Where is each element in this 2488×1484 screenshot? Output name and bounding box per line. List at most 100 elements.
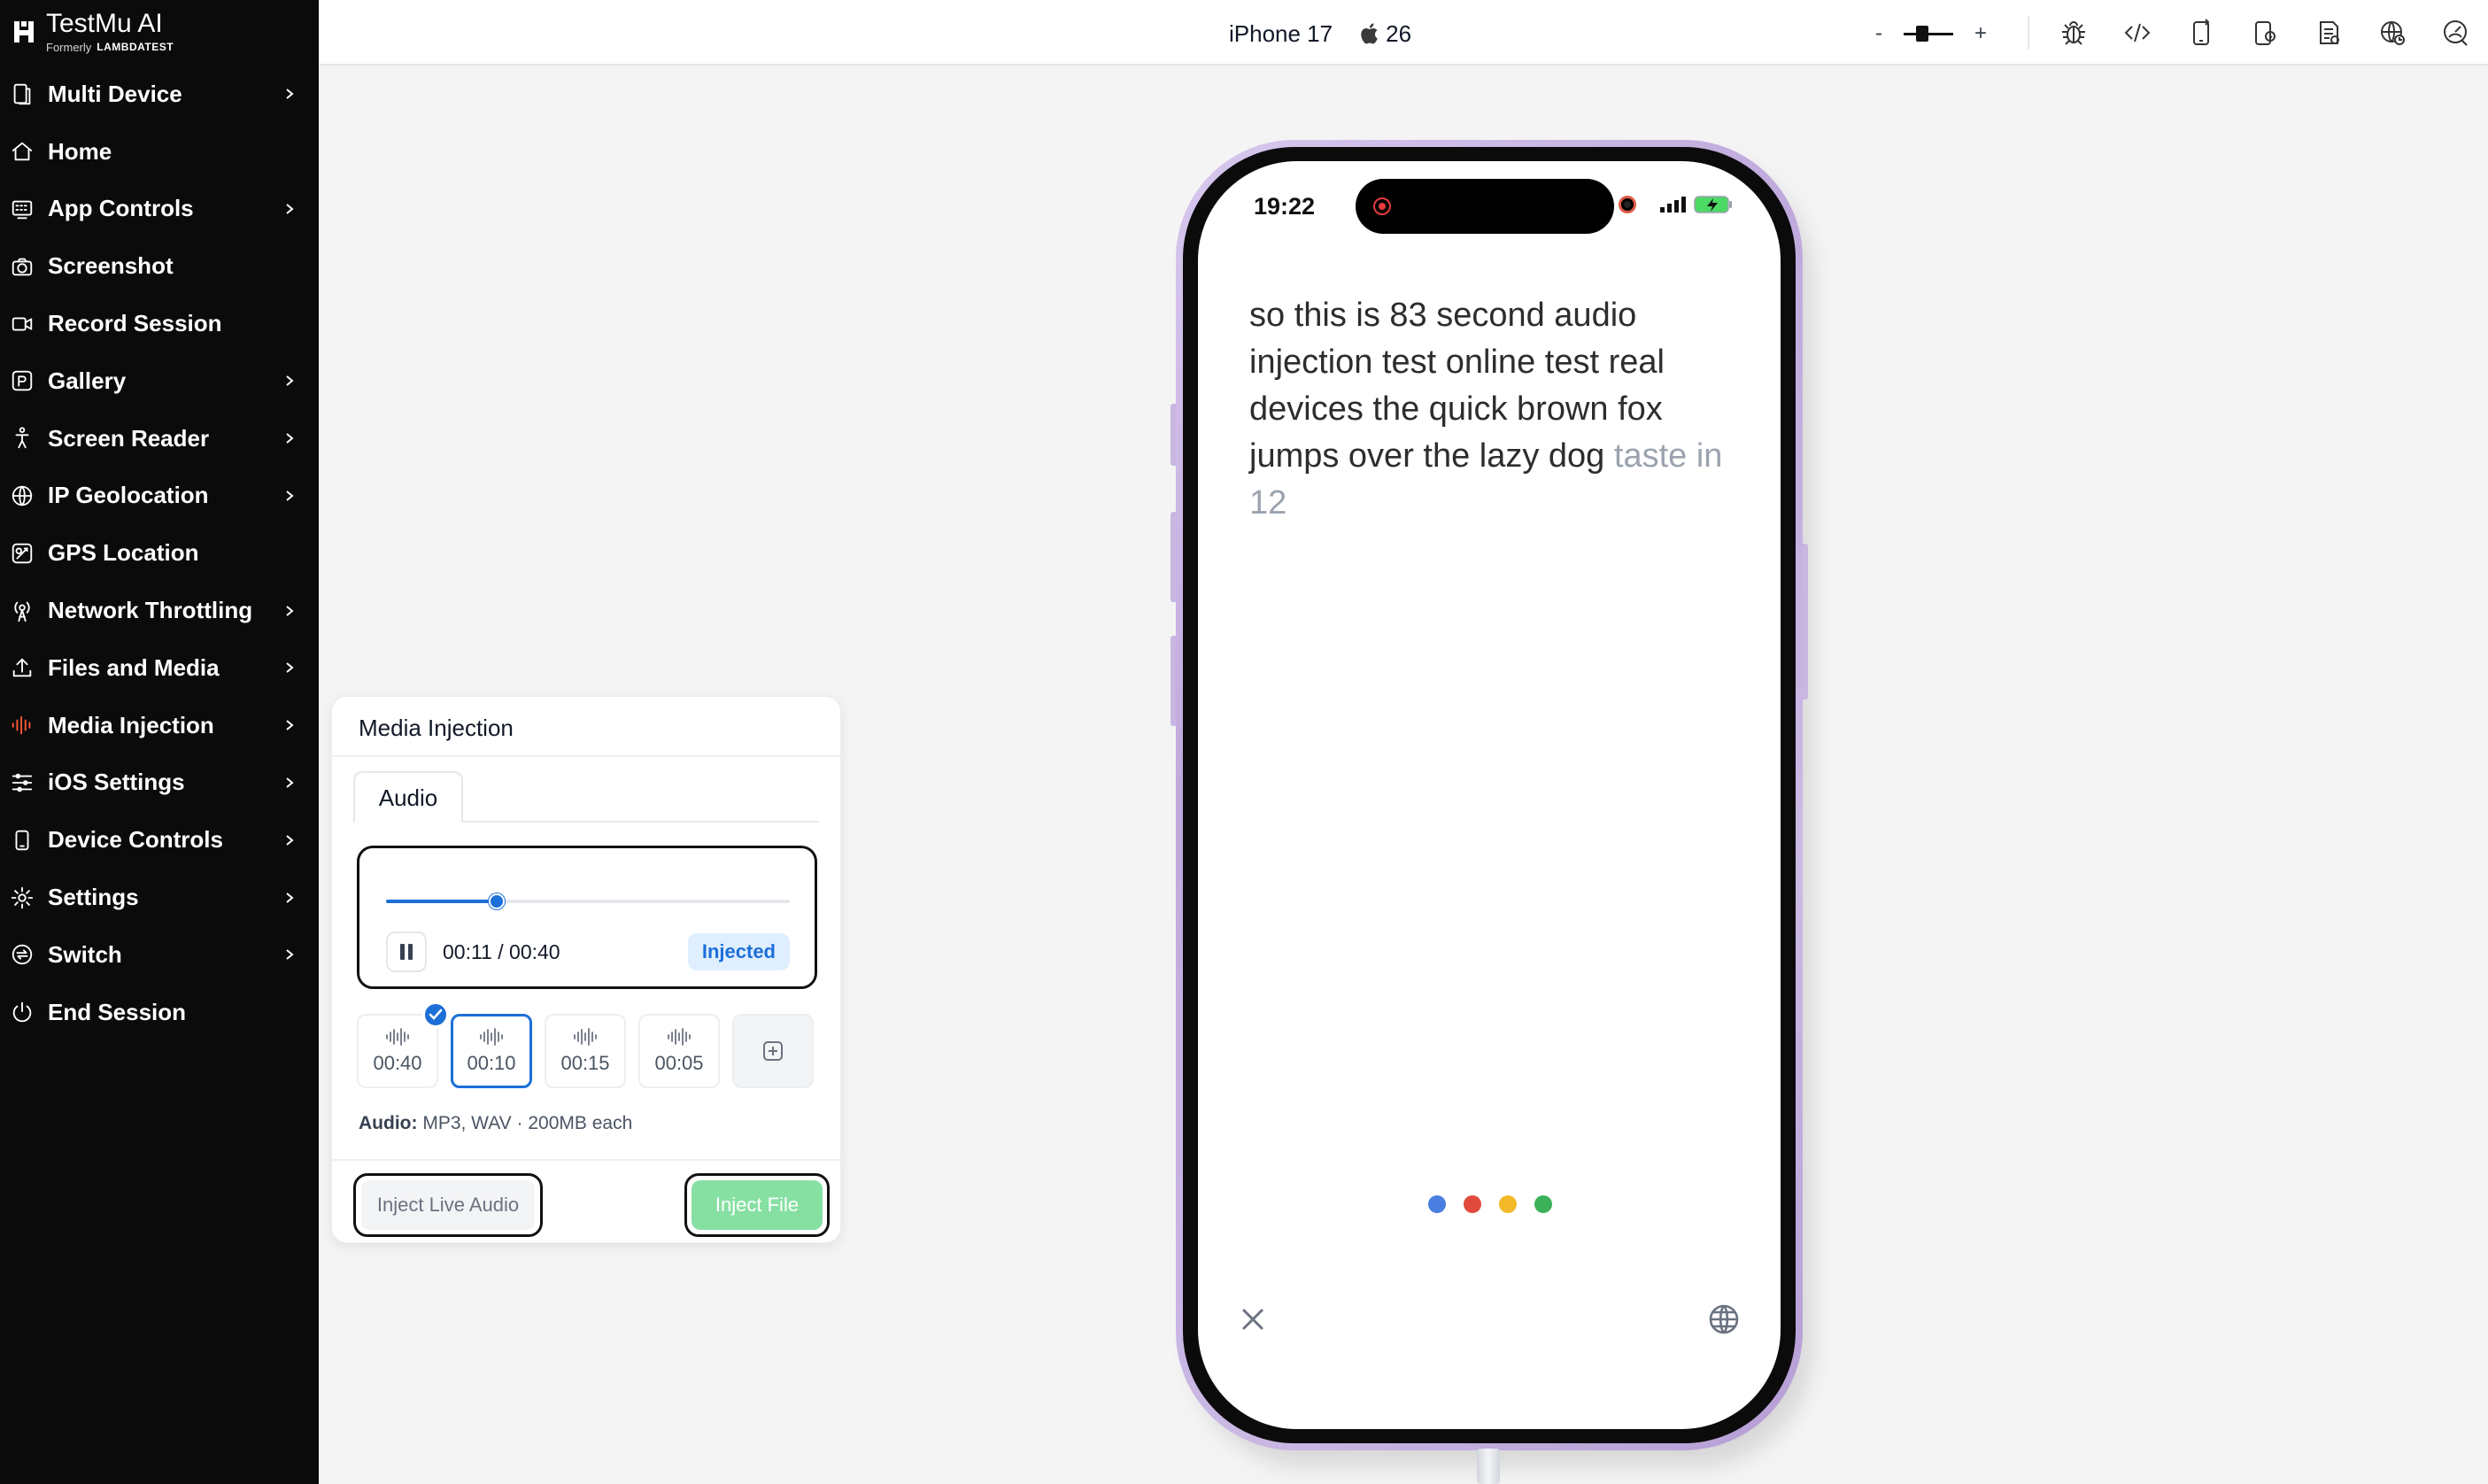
audio-wave-icon [574,1028,597,1046]
language-globe-icon[interactable] [1706,1302,1742,1337]
sidebar-item-label: Files and Media [48,653,220,681]
sidebar-item-ip-geolocation[interactable]: IP Geolocation [0,468,319,525]
sidebar-item-app-controls[interactable]: App Controls [0,181,319,238]
panel-footer-divider [332,1159,840,1161]
audio-wave-icon [480,1028,503,1046]
audio-clip[interactable]: 00:05 [638,1014,720,1088]
chevron-right-icon [283,490,296,502]
sidebar-item-settings[interactable]: Settings [0,869,319,926]
tab-audio[interactable]: Audio [353,771,463,823]
code-icon [2124,23,2151,43]
seek-handle[interactable] [489,893,506,909]
audio-clip[interactable]: 00:15 [545,1014,626,1088]
app-controls-icon [9,196,35,222]
logs-icon [2320,21,2339,44]
sidebar: TestMu AI Formerly LAMBDATEST Multi Devi… [0,0,319,1484]
chevron-right-icon [283,948,296,961]
toolbar-divider [2028,16,2029,50]
brand-logo[interactable]: TestMu AI Formerly LAMBDATEST [12,7,174,57]
device-settings-button[interactable] [2244,14,2286,51]
sidebar-item-home[interactable]: Home [0,123,319,181]
logs-button[interactable] [2307,14,2350,51]
device-screen[interactable]: 19:22 so this is 83 second audio injecti… [1198,161,1781,1429]
sidebar-item-files-and-media[interactable]: Files and Media [0,639,319,697]
multi-device-icon [9,81,35,107]
sidebar-item-label: Home [48,137,112,165]
add-icon [763,1041,783,1061]
inject-file-button[interactable]: Inject File [684,1173,830,1237]
audio-clip[interactable]: 00:10 [451,1014,532,1088]
sidebar-item-screenshot[interactable]: Screenshot [0,237,319,295]
sidebar-item-network-throttling[interactable]: Network Throttling [0,582,319,639]
apple-icon [1361,23,1378,44]
sidebar-item-screen-reader[interactable]: Screen Reader [0,410,319,468]
os-version: 26 [1386,19,1412,47]
panel-divider [332,755,840,757]
seek-progress [386,900,498,903]
chevron-right-icon [283,892,296,904]
network-icon [2381,21,2405,45]
sidebar-item-media-injection[interactable]: Media Injection [0,697,319,754]
status-bar-time: 19:22 [1254,193,1316,220]
chevron-right-icon [283,88,296,100]
add-audio-button[interactable] [732,1014,814,1088]
pause-icon [400,944,413,960]
formerly-label: Formerly [46,40,92,54]
zoom-in-button[interactable]: + [1974,21,1987,46]
close-icon[interactable] [1237,1303,1269,1335]
audio-clip-list: 00:40 00:10 00:15 00:05 [357,1001,814,1088]
zoom-control: - + [1875,16,1987,51]
time-separator: / [491,940,510,963]
current-time: 00:11 [443,940,492,963]
audio-clip[interactable]: 00:40 [357,1001,449,1088]
bug-report-button[interactable] [2052,14,2095,51]
sidebar-item-label: IP Geolocation [48,482,209,509]
globe-pin-icon [9,483,35,509]
clip-duration: 00:15 [560,1052,610,1074]
assistant-dot [1428,1195,1446,1213]
chevron-right-icon [283,834,296,846]
map-pin-icon [9,540,35,567]
chevron-right-icon [283,375,296,387]
sidebar-item-label: Record Session [48,310,222,337]
sidebar-item-device-controls[interactable]: Device Controls [0,811,319,869]
assistant-dot [1534,1195,1552,1213]
performance-button[interactable] [2435,14,2477,51]
sidebar-item-record-session[interactable]: Record Session [0,295,319,352]
chevron-right-icon [283,605,296,617]
media-injection-panel: Media Injection Audio 00:11 / 00:40 Inje… [331,696,841,1243]
sidebar-item-end-session[interactable]: End Session [0,984,319,1041]
charging-cable [1477,1449,1500,1484]
clip-duration: 00:10 [467,1052,516,1074]
sidebar-item-label: Network Throttling [48,597,253,624]
sidebar-item-multi-device[interactable]: Multi Device [0,66,319,123]
bug-icon [2062,21,2085,45]
audio-player: 00:11 / 00:40 Injected [357,846,817,989]
device-settings-icon [2255,21,2276,45]
device-name: iPhone 17 [1229,19,1333,47]
zoom-slider-thumb[interactable] [1916,26,1928,42]
camera-indicator-icon [1619,196,1636,213]
phone-icon [9,827,35,854]
sidebar-item-gps-location[interactable]: GPS Location [0,524,319,582]
chevron-right-icon [283,432,296,444]
sidebar-item-ios-settings[interactable]: iOS Settings [0,754,319,812]
rotate-device-button[interactable] [2180,14,2222,51]
network-logs-button[interactable] [2371,14,2414,51]
brand-name: TestMu AI [46,8,163,38]
lambdatest-brand: LAMBDATEST [97,41,174,53]
recording-indicator-icon [1373,197,1391,215]
zoom-slider[interactable] [1904,22,1953,45]
chevron-right-icon [283,203,296,215]
sidebar-item-gallery[interactable]: Gallery [0,352,319,410]
formats-label: Audio: [359,1113,418,1133]
sidebar-item-switch[interactable]: Switch [0,926,319,984]
toolbar-tools [2052,14,2477,51]
inject-live-audio-button[interactable]: Inject Live Audio [353,1173,543,1237]
pause-button[interactable] [386,931,427,972]
playback-seek-bar[interactable] [386,893,790,910]
zoom-out-button[interactable]: - [1875,21,1882,46]
inspector-button[interactable] [2116,14,2159,51]
device-info: iPhone 17 26 [1229,18,1411,50]
speech-transcript: so this is 83 second audio injection tes… [1249,292,1727,527]
